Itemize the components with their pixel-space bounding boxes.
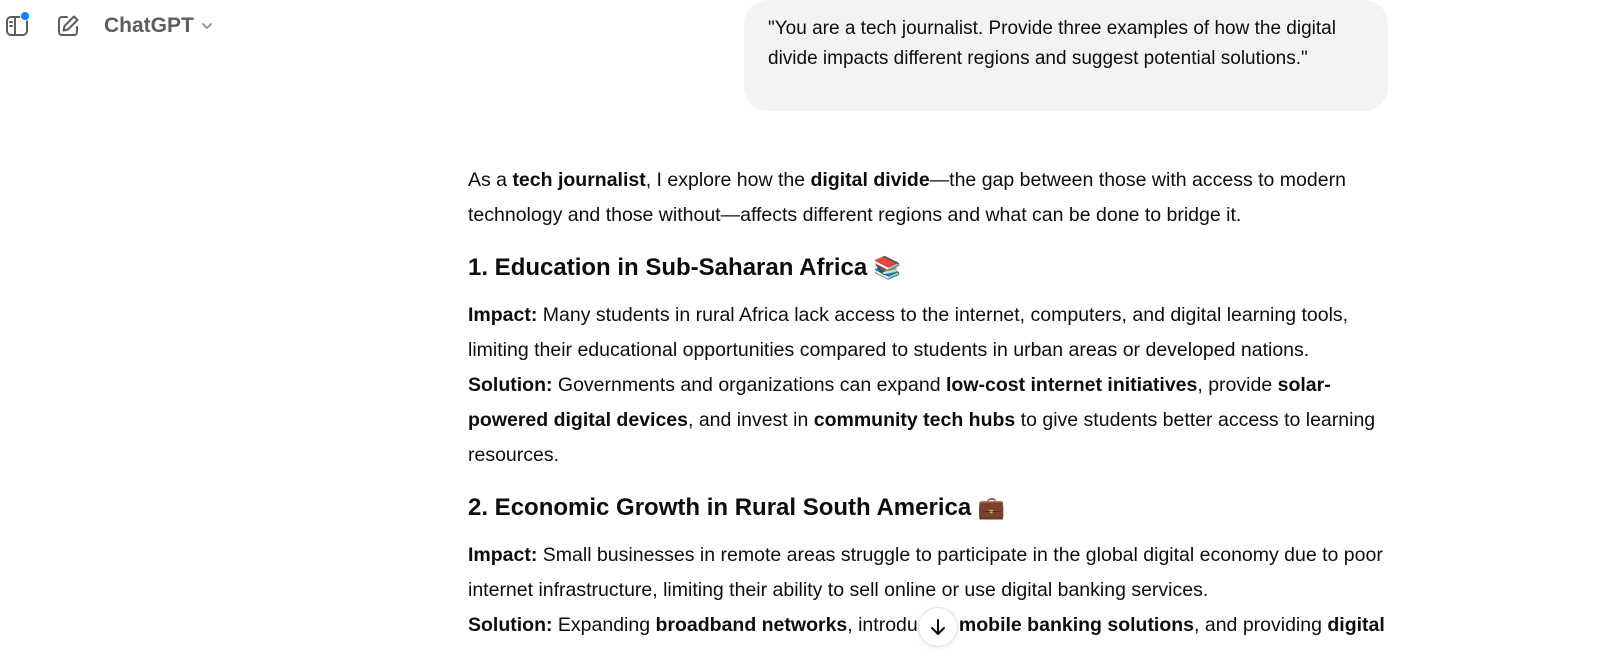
- section-heading: 2. Economic Growth in Rural South Americ…: [468, 494, 1006, 521]
- chevron-down-icon: [201, 23, 212, 29]
- section-heading: 1. Education in Sub-Saharan Africa 📚: [468, 254, 902, 281]
- scroll-to-bottom-button[interactable]: [918, 607, 958, 647]
- assistant-message: As a tech journalist, I explore how the …: [468, 163, 1388, 643]
- arrow-down-icon: [931, 619, 945, 635]
- section-solution: Solution: Governments and organizations …: [468, 374, 1376, 466]
- briefcase-emoji-icon: 💼: [977, 496, 1006, 521]
- new-chat-icon: [58, 15, 79, 36]
- notification-dot: [20, 11, 30, 21]
- user-message-text: "You are a tech journalist. Provide thre…: [768, 18, 1336, 69]
- model-name: ChatGPT: [104, 14, 194, 37]
- books-emoji-icon: 📚: [873, 256, 902, 281]
- answer-intro: As a tech journalist, I explore how the …: [468, 169, 1346, 226]
- new-chat-button[interactable]: [52, 10, 84, 42]
- top-bar: ChatGPT: [0, 0, 260, 52]
- sidebar-toggle-button[interactable]: [1, 10, 33, 42]
- user-message-bubble: "You are a tech journalist. Provide thre…: [744, 0, 1388, 111]
- section-impact: Impact: Small businesses in remote areas…: [468, 544, 1383, 601]
- model-switcher[interactable]: ChatGPT: [104, 10, 214, 42]
- section-impact: Impact: Many students in rural Africa la…: [468, 304, 1349, 361]
